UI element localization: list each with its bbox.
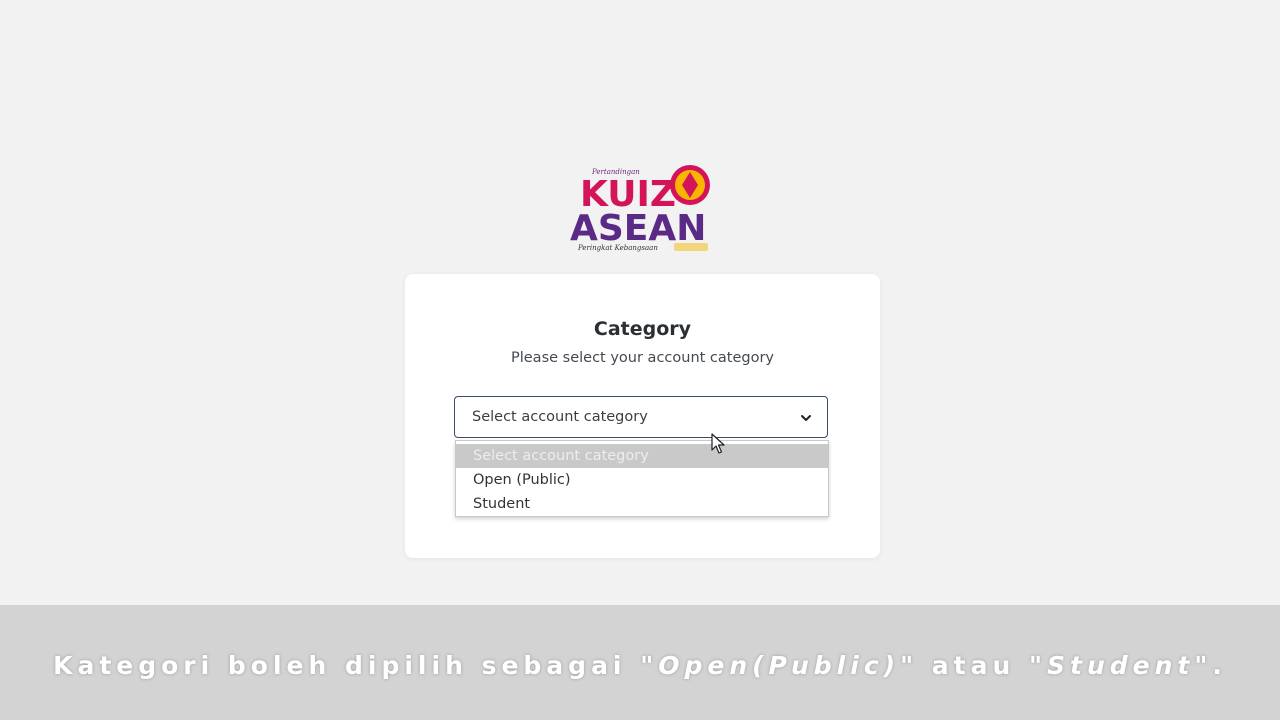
subtitle-caption-bar: Kategori boleh dipilih sebagai "Open(Pub…	[0, 605, 1280, 720]
subtitle-caption: Kategori boleh dipilih sebagai "Open(Pub…	[0, 651, 1280, 680]
option-open-public[interactable]: Open (Public)	[456, 468, 828, 492]
page-title: Category	[593, 318, 692, 340]
asean-emblem-icon	[670, 165, 710, 205]
category-card: Category Please select your account cate…	[405, 274, 880, 558]
logo-bottom-text: Peringkat Kebangsaan	[577, 244, 658, 252]
option-select-account-category[interactable]: Select account category	[456, 444, 828, 468]
account-category-select[interactable]: Select account category	[454, 396, 828, 438]
account-category-dropdown: Select account category Open (Public) St…	[455, 440, 829, 517]
select-value: Select account category	[472, 409, 648, 425]
caption-option-student: Student	[1047, 651, 1195, 680]
page-subtitle: Please select your account category	[510, 350, 775, 366]
caption-prefix: Kategori boleh dipilih sebagai "	[53, 651, 659, 680]
mouse-cursor-icon	[711, 433, 725, 454]
caption-middle: " atau "	[900, 651, 1048, 680]
logo-line2: ASEAN	[570, 208, 706, 249]
caption-option-open: Open(Public)	[658, 651, 901, 680]
caption-suffix: ".	[1194, 651, 1227, 680]
option-student[interactable]: Student	[456, 492, 828, 516]
chevron-down-icon	[801, 415, 811, 421]
kuiz-asean-logo: Pertandingan KUIZ ASEAN Peringkat Kebang…	[566, 160, 716, 252]
